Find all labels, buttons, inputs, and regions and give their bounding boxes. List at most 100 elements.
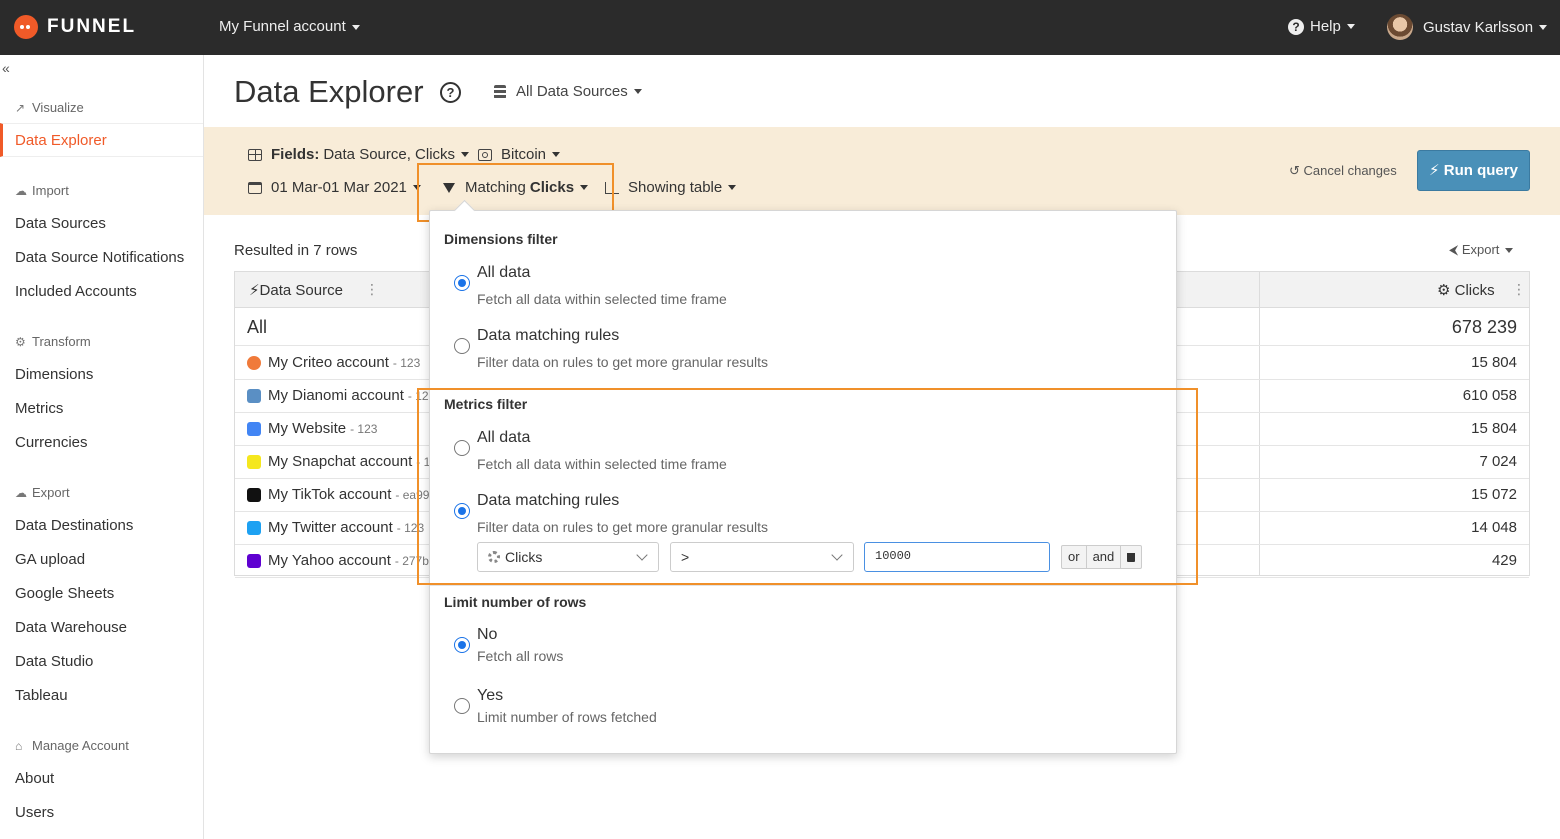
sidebar-item-data-warehouse[interactable]: Data Warehouse [15, 619, 127, 636]
column-menu-icon[interactable]: ⋮ [365, 281, 379, 298]
help-menu[interactable]: ? Help [1288, 18, 1355, 35]
row-source-suffix: - 123 [350, 421, 378, 436]
sidebar-item-ga-upload[interactable]: GA upload [15, 551, 85, 568]
currency-value: Bitcoin [501, 146, 547, 163]
sidebar-item-data-studio[interactable]: Data Studio [15, 653, 93, 670]
brand-name: FUNNEL [47, 16, 137, 37]
caret-down-icon [633, 89, 642, 94]
help-label: Help [1310, 18, 1341, 35]
row-clicks-value: 429 [1491, 552, 1517, 569]
question-circle-icon: ? [1288, 18, 1304, 35]
question-circle-icon[interactable]: ? [440, 82, 461, 103]
result-count: Resulted in 7 rows [234, 242, 358, 259]
row-source-name: My Yahoo account [268, 552, 391, 569]
bolt-icon: ⚡ [1429, 162, 1444, 179]
database-icon [494, 84, 506, 99]
caret-down-icon [728, 185, 737, 190]
sidebar: « ↗ Visualize Data Explorer ☁ Import Data … [0, 55, 204, 839]
avatar [1387, 14, 1413, 40]
row-source-name: My Criteo account [268, 354, 389, 371]
sidebar-item-data-destinations[interactable]: Data Destinations [15, 517, 133, 534]
section-manage-account: ⌂ Manage Account [15, 738, 129, 753]
sidebar-item-about[interactable]: About [15, 770, 54, 787]
sidebar-item-google-sheets[interactable]: Google Sheets [15, 585, 114, 602]
radio-dimensions-all-data[interactable] [454, 275, 470, 291]
data-source-icon [247, 355, 261, 370]
row-source-name: My Twitter account [268, 519, 393, 536]
table-icon [248, 148, 262, 161]
row-clicks-value: 15 072 [1471, 486, 1517, 503]
limit-yes-desc: Limit number of rows fetched [477, 709, 657, 725]
sidebar-item-included-accounts[interactable]: Included Accounts [15, 283, 137, 300]
row-source: My TikTok account - ea99 [247, 486, 429, 503]
bank-icon: ⌂ [15, 738, 23, 753]
dimensions-all-data-desc: Fetch all data within selected time fram… [477, 291, 727, 307]
data-source-selector[interactable]: All Data Sources [494, 83, 642, 100]
date-range-selector[interactable]: 01 Mar-01 Mar 2021 [248, 179, 421, 196]
divider [430, 585, 1176, 586]
funnel-logo[interactable]: FUNNEL [14, 15, 136, 39]
sidebar-item-users[interactable]: Users [15, 804, 54, 821]
calendar-icon [248, 181, 262, 194]
plug-icon: ⚡ [249, 282, 260, 299]
radio-limit-no[interactable] [454, 637, 470, 653]
row-clicks-value: 14 048 [1471, 519, 1517, 536]
gear-icon: ⚙ [1437, 282, 1455, 299]
dimensions-matching-rules-desc: Filter data on rules to get more granula… [477, 354, 769, 370]
radio-dimensions-matching-rules[interactable] [454, 338, 470, 354]
row-source-name: My TikTok account [268, 486, 392, 503]
account-name: My Funnel account [219, 18, 346, 35]
currency-selector[interactable]: Bitcoin [478, 146, 561, 163]
fields-value: Data Source, Clicks [323, 146, 456, 163]
page-title: Data Explorer [234, 74, 424, 109]
row-source: My Yahoo account - 277b [247, 552, 429, 569]
line-chart-icon: ↗ [15, 100, 26, 115]
run-query-button[interactable]: ⚡ Run query [1417, 150, 1530, 191]
sidebar-item-metrics[interactable]: Metrics [15, 400, 63, 417]
date-range-value: 01 Mar-01 Mar 2021 [271, 179, 407, 196]
share-icon: ⮜ [1449, 242, 1462, 257]
row-source: My Dianomi account - 123 [247, 387, 435, 404]
caret-down-icon [1539, 24, 1548, 30]
export-button[interactable]: ⮜ Export [1449, 242, 1514, 258]
sidebar-item-tableau[interactable]: Tableau [15, 687, 68, 704]
section-visualize: ↗ Visualize [15, 100, 84, 115]
limit-no-desc: Fetch all rows [477, 648, 564, 664]
section-export: ☁ Export [15, 485, 70, 500]
sidebar-item-currencies[interactable]: Currencies [15, 434, 88, 451]
fields-label: Fields: [271, 146, 320, 163]
caret-down-icon [1346, 24, 1355, 29]
sidebar-item-data-explorer[interactable]: Data Explorer [0, 123, 203, 157]
sidebar-item-dimensions[interactable]: Dimensions [15, 366, 93, 383]
caret-down-icon [552, 152, 561, 157]
total-label: All [247, 317, 268, 337]
total-value: 678 239 [1451, 317, 1517, 337]
top-bar: FUNNEL My Funnel account ? Help Gustav K… [0, 0, 1560, 55]
column-menu-icon[interactable]: ⋮ [1512, 281, 1526, 298]
row-clicks-value: 15 804 [1471, 420, 1517, 437]
caret-down-icon [461, 152, 470, 157]
row-source: My Snapchat account - 12 [247, 453, 437, 470]
row-clicks-value: 15 804 [1471, 354, 1517, 371]
sidebar-item-data-source-notifications[interactable]: Data Source Notifications [15, 249, 184, 266]
row-source: My Criteo account - 123 [247, 354, 420, 371]
user-name: Gustav Karlsson [1423, 18, 1534, 36]
money-icon [478, 148, 492, 161]
cancel-changes-button[interactable]: ↺ Cancel changes [1289, 163, 1397, 179]
section-import: ☁ Import [15, 183, 69, 198]
collapse-sidebar-icon[interactable]: « [2, 60, 10, 76]
account-switcher[interactable]: My Funnel account [219, 18, 360, 35]
radio-limit-yes[interactable] [454, 698, 470, 714]
fields-selector[interactable]: Fields: Data Source, Clicks [248, 146, 470, 163]
caret-down-icon [1505, 248, 1514, 254]
column-header-data-source[interactable]: ⚡Data Source [249, 281, 343, 299]
row-source-name: My Snapchat account [268, 453, 413, 470]
dimensions-all-data-label: All data [477, 264, 531, 281]
limit-rows-heading: Limit number of rows [444, 594, 587, 610]
sidebar-item-data-sources[interactable]: Data Sources [15, 215, 106, 232]
data-source-label: All Data Sources [516, 83, 628, 100]
user-menu[interactable]: Gustav Karlsson [1387, 14, 1548, 40]
limit-no-label: No [477, 626, 498, 643]
column-header-clicks[interactable]: ⚙ Clicks [1437, 281, 1495, 299]
view-selector[interactable]: Showing table [605, 179, 737, 196]
